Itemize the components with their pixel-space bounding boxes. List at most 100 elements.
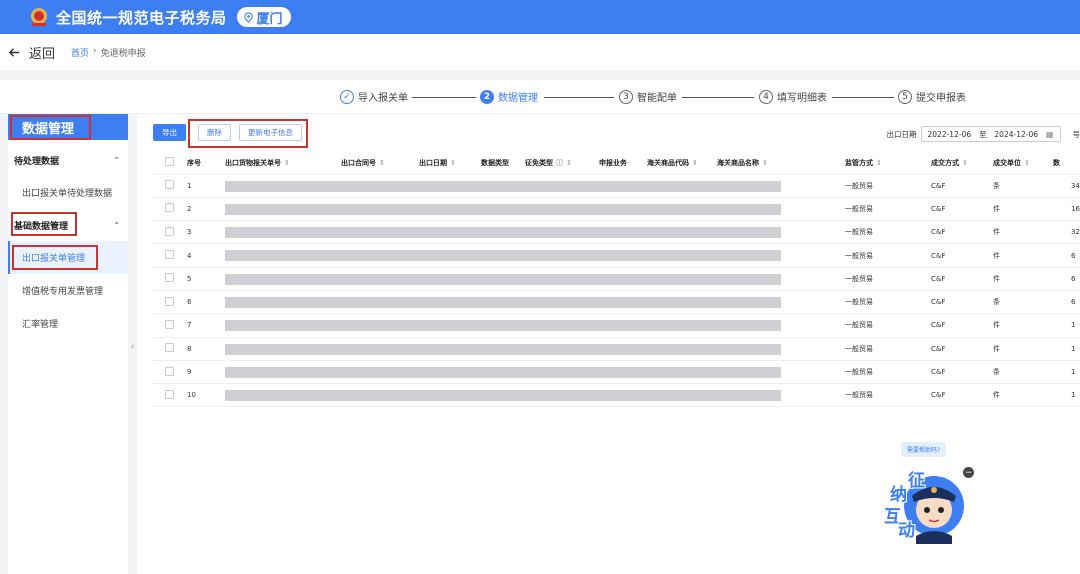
col-header[interactable]: 海关商品名称 ⇕ (717, 152, 831, 175)
trade-mode-cell: C&F (931, 383, 993, 408)
progress-stepper: ✓ 导入报关单 2 数据管理 3 智能配单 4 填写明细表 5 提交申报表 (0, 80, 1080, 114)
row-number: 5 (187, 267, 225, 291)
step-submit[interactable]: 5 提交申报表 (898, 89, 966, 104)
trade-mode-cell: C&F (931, 197, 993, 222)
unit-cell: 件 (993, 383, 1043, 408)
table-row[interactable]: 4 一般贸易 C&F 件 6 (151, 243, 1080, 268)
step-number: 2 (480, 89, 494, 104)
redacted-cells (225, 197, 831, 222)
tax-emblem-icon (31, 8, 47, 26)
sort-icon: ⇕ (876, 158, 882, 167)
sidebar-title: 数据管理 (8, 114, 128, 140)
step-number: 4 (759, 89, 773, 104)
breadcrumb-current: 免退税申报 (100, 48, 146, 59)
date-filter: 出口日期 2022-12-06 至 2024-12-06 ▦ 号 (887, 126, 1080, 142)
select-all-checkbox[interactable] (165, 157, 174, 167)
unit-cell: 条 (993, 360, 1043, 385)
sort-icon: ⇕ (566, 158, 572, 167)
table-row[interactable]: 1 一般贸易 C&F 条 34 (151, 174, 1080, 198)
assistant-avatar[interactable]: 征 纳 互 动 (882, 460, 966, 544)
sort-icon: ⇕ (962, 158, 968, 167)
col-header[interactable]: 出口货物报关单号 ⇕ (225, 152, 329, 175)
date-from: 2022-12-06 (927, 129, 972, 139)
sidebar-group-basic-data[interactable]: 基础数据管理 ⌃ (8, 209, 128, 241)
date-to-label: 至 (979, 129, 987, 139)
sort-icon: ⇕ (284, 158, 290, 167)
breadcrumb-home[interactable]: 首页 (71, 46, 89, 59)
table-row[interactable]: 7 一般贸易 C&F 件 1 (151, 313, 1080, 338)
sub-header: 返回 首页 › 免退税申报 (0, 34, 1080, 70)
redaction-bar (225, 320, 781, 332)
update-electronic-info-button[interactable]: 更新电子信息 (239, 124, 302, 141)
row-number: 7 (187, 313, 225, 338)
redaction-bar (225, 227, 781, 239)
col-header[interactable]: 出口日期 ⇕ (409, 152, 471, 175)
declaration-table: 序号 出口货物报关单号 ⇕ 出口合同号 ⇕ 出口日期 ⇕ 数据类型 征免类型 ⓘ ⇕ 申报… (151, 152, 1080, 408)
sidebar-group-pending[interactable]: 待处理数据 ⌃ (8, 144, 128, 176)
sidebar: 数据管理 待处理数据 ⌃ 出口报关单待处理数据 基础数据管理 ⌃ 出口报关单管理… (8, 114, 128, 574)
unit-cell: 件 (993, 220, 1043, 245)
row-checkbox[interactable] (165, 296, 174, 306)
col-header[interactable]: 成交单位 ⇕ (993, 152, 1043, 175)
table-row[interactable]: 8 一般贸易 C&F 件 1 (151, 337, 1080, 361)
date-range-picker[interactable]: 2022-12-06 至 2024-12-06 ▦ (920, 126, 1061, 142)
step-smart-match[interactable]: 3 智能配单 (619, 89, 677, 104)
step-fill-details[interactable]: 4 填写明细表 (759, 89, 827, 104)
row-checkbox[interactable] (165, 226, 174, 236)
sidebar-item-declaration-management[interactable]: 出口报关单管理 (8, 241, 128, 274)
redaction-bar (225, 343, 781, 355)
redacted-cells (225, 313, 831, 338)
export-button[interactable]: 导出 (153, 124, 186, 141)
col-header[interactable]: 监管方式 ⇕ (831, 152, 931, 175)
redacted-cells (225, 337, 831, 361)
back-button[interactable]: 返回 (8, 43, 55, 62)
row-checkbox[interactable] (165, 273, 174, 283)
quantity-cell: 6 (1043, 267, 1080, 291)
trade-mode-cell: C&F (931, 243, 993, 268)
chevron-up-icon: ⌃ (113, 220, 120, 230)
row-checkbox[interactable] (165, 319, 174, 329)
row-checkbox[interactable] (165, 203, 174, 213)
sidebar-item-vat-invoice-management[interactable]: 增值税专用发票管理 (8, 274, 128, 307)
row-checkbox[interactable] (165, 343, 174, 353)
delete-button[interactable]: 删除 (198, 124, 231, 141)
step-connector (682, 97, 754, 98)
row-number: 3 (187, 220, 225, 245)
table-row[interactable]: 2 一般贸易 C&F 件 16 (151, 197, 1080, 222)
sidebar-item-pending-declarations[interactable]: 出口报关单待处理数据 (8, 176, 128, 209)
table-row[interactable]: 5 一般贸易 C&F 件 6 (151, 267, 1080, 291)
sidebar-item-exchange-rate[interactable]: 汇率管理 (8, 307, 128, 340)
supervision-cell: 一般贸易 (831, 243, 931, 268)
step-data-management[interactable]: 2 数据管理 (480, 89, 538, 104)
step-import[interactable]: ✓ 导入报关单 (340, 89, 408, 104)
table-row[interactable]: 10 一般贸易 C&F 件 1 (151, 383, 1080, 408)
col-header: 成交方式 ⇕ (931, 152, 993, 175)
row-checkbox[interactable] (165, 366, 174, 376)
table-row[interactable]: 6 一般贸易 C&F 条 6 (151, 290, 1080, 315)
table-row[interactable]: 9 一般贸易 C&F 条 1 (151, 360, 1080, 385)
arrow-left-icon (8, 47, 20, 57)
sidebar-group-label: 待处理数据 (14, 156, 60, 167)
quantity-cell: 1 (1043, 337, 1080, 361)
row-number: 8 (187, 337, 225, 361)
col-header[interactable]: 出口合同号 ⇕ (329, 152, 409, 175)
table-row[interactable]: 3 一般贸易 C&F 件 32 (151, 220, 1080, 245)
redacted-cells (225, 360, 831, 385)
city-selector[interactable]: 厦门 (236, 7, 291, 27)
trade-mode-cell: C&F (931, 313, 993, 338)
unit-cell: 件 (993, 197, 1043, 222)
row-checkbox[interactable] (165, 250, 174, 260)
row-checkbox[interactable] (165, 389, 174, 399)
col-header[interactable]: 海关商品代码 ⇕ (647, 152, 717, 175)
step-label: 导入报关单 (358, 93, 408, 104)
supervision-cell: 一般贸易 (831, 337, 931, 361)
row-number: 1 (187, 174, 225, 198)
trade-mode-cell: C&F (931, 220, 993, 245)
row-checkbox[interactable] (165, 180, 174, 190)
sidebar-group-label: 基础数据管理 (14, 221, 69, 232)
sidebar-collapse-button[interactable]: ‹ (128, 336, 137, 358)
redaction-bar (225, 366, 781, 378)
col-header[interactable]: 征免类型 ⓘ ⇕ (519, 152, 593, 175)
unit-cell: 件 (993, 337, 1043, 361)
unit-cell: 条 (993, 174, 1043, 198)
